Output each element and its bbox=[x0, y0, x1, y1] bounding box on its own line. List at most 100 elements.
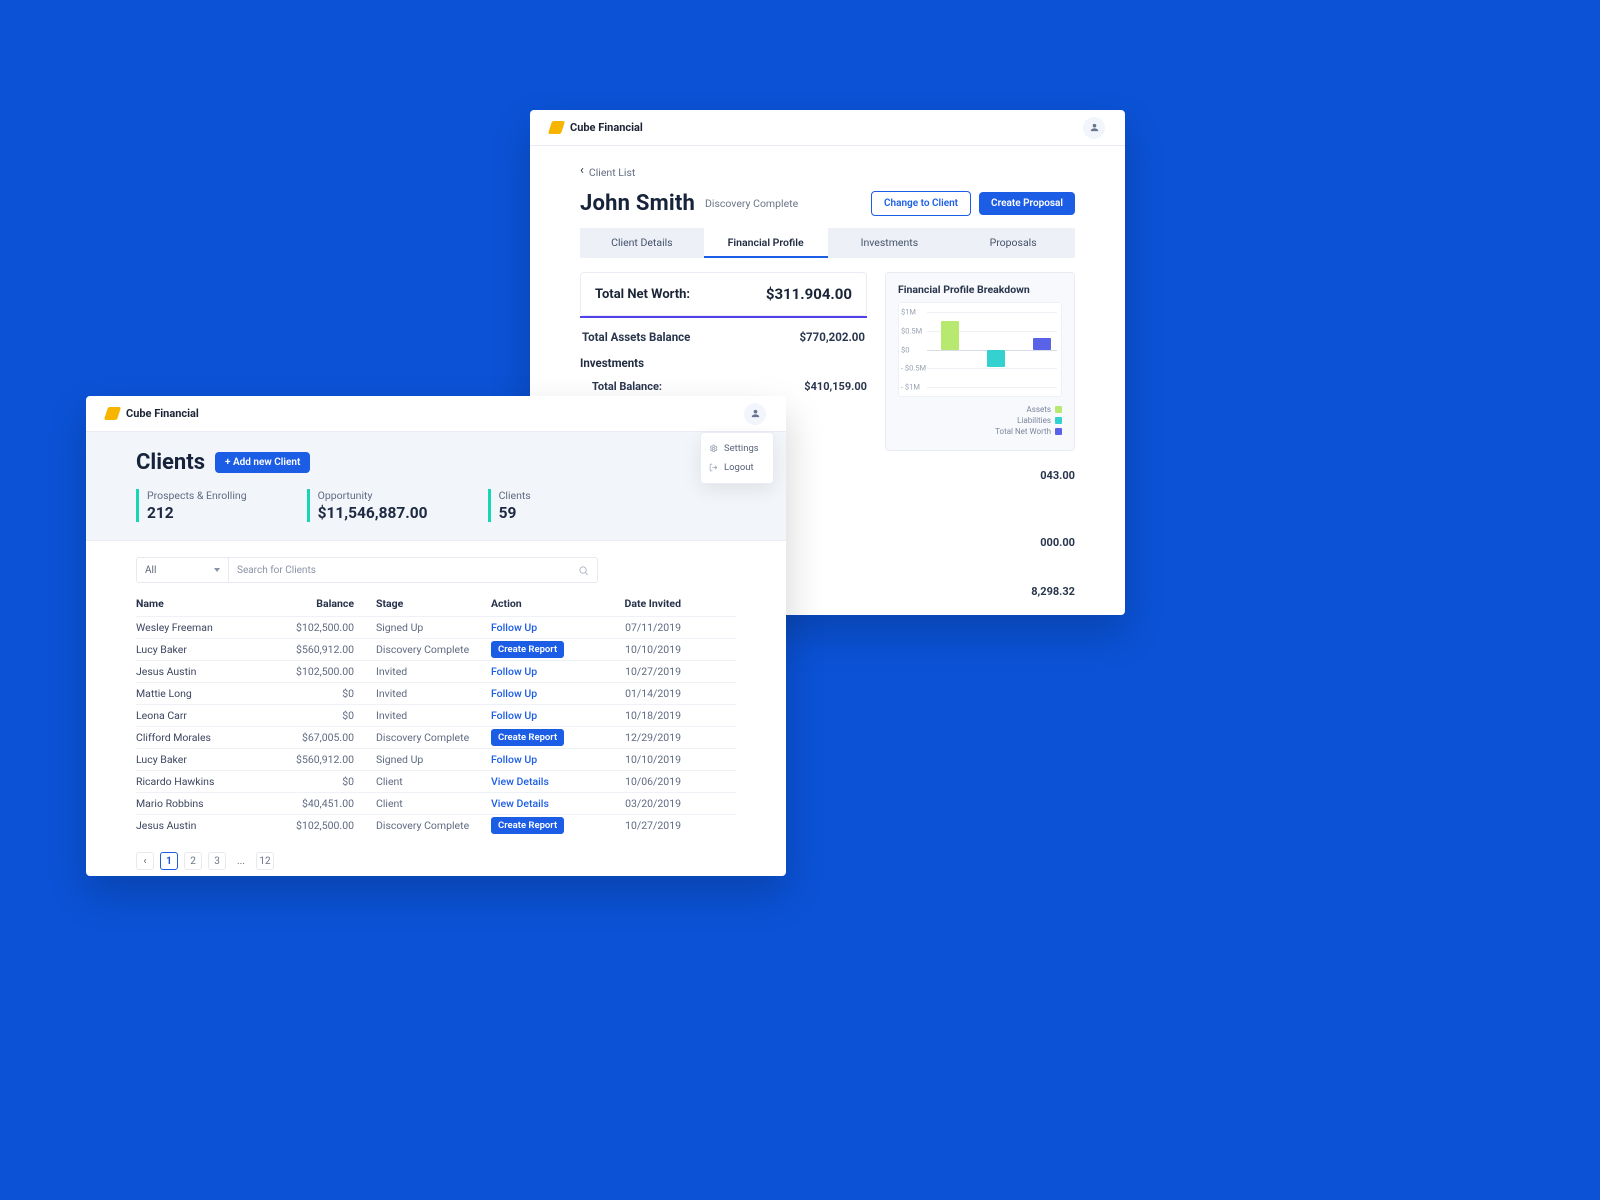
tab-investments[interactable]: Investments bbox=[828, 228, 952, 258]
table-row[interactable]: Clifford Morales$67,005.00Discovery Comp… bbox=[136, 726, 736, 748]
row-action: Follow Up bbox=[491, 621, 591, 634]
networth-value: $311.904.00 bbox=[766, 285, 852, 303]
row-balance: $560,912.00 bbox=[276, 753, 376, 766]
table-row[interactable]: Leona Carr$0InvitedFollow Up10/18/2019 bbox=[136, 704, 736, 726]
table-row[interactable]: Mattie Long$0InvitedFollow Up01/14/2019 bbox=[136, 682, 736, 704]
row-action-link[interactable]: Follow Up bbox=[491, 665, 537, 678]
row-action: Create Report bbox=[491, 729, 591, 746]
legend-assets: Assets bbox=[1027, 405, 1051, 414]
logout-icon bbox=[709, 463, 718, 472]
brand-name: Cube Financial bbox=[570, 121, 643, 134]
row-balance: $67,005.00 bbox=[276, 731, 376, 744]
row-action-link[interactable]: Follow Up bbox=[491, 753, 537, 766]
popover-settings-label: Settings bbox=[724, 443, 759, 454]
inv-total-label: Total Balance: bbox=[592, 380, 662, 393]
gear-icon bbox=[709, 444, 718, 453]
row-date: 10/10/2019 bbox=[591, 753, 681, 766]
stat-clients-label: Clients bbox=[499, 489, 531, 502]
bar-assets bbox=[941, 321, 959, 350]
table-row[interactable]: Mario Robbins$40,451.00ClientView Detail… bbox=[136, 792, 736, 814]
row-name: Mario Robbins bbox=[136, 797, 276, 810]
list-avatar-button[interactable] bbox=[744, 403, 766, 425]
table-row[interactable]: Jesus Austin$102,500.00Discovery Complet… bbox=[136, 814, 736, 836]
row-action-link[interactable]: View Details bbox=[491, 775, 549, 788]
row-date: 07/11/2019 bbox=[591, 621, 681, 634]
row-date: 12/29/2019 bbox=[591, 731, 681, 744]
search-input[interactable]: Search for Clients bbox=[228, 557, 598, 583]
detail-tabs: Client Details Financial Profile Investm… bbox=[580, 228, 1075, 258]
clients-list-card: Cube Financial Settings Logout Clients +… bbox=[86, 396, 786, 876]
row-action: Follow Up bbox=[491, 665, 591, 678]
row-balance: $40,451.00 bbox=[276, 797, 376, 810]
stat-prospects-value: 212 bbox=[147, 504, 247, 522]
create-proposal-button[interactable]: Create Proposal bbox=[979, 192, 1075, 215]
stat-prospects-label: Prospects & Enrolling bbox=[147, 489, 247, 502]
peek-value-1: 043.00 bbox=[1040, 469, 1075, 482]
breakdown-legend: Assets Liabilities Total Net Worth bbox=[898, 405, 1062, 436]
create-report-button[interactable]: Create Report bbox=[491, 817, 564, 834]
tab-proposals[interactable]: Proposals bbox=[951, 228, 1075, 258]
table-row[interactable]: Lucy Baker$560,912.00Discovery CompleteC… bbox=[136, 638, 736, 660]
row-stage: Invited bbox=[376, 709, 491, 722]
create-report-button[interactable]: Create Report bbox=[491, 641, 564, 658]
row-name: Lucy Baker bbox=[136, 643, 276, 656]
col-name: Name bbox=[136, 597, 276, 610]
ytick-1m: $1M bbox=[901, 308, 916, 317]
col-balance: Balance bbox=[276, 597, 376, 610]
filter-select[interactable]: All bbox=[136, 557, 228, 583]
stat-clients-value: 59 bbox=[499, 504, 531, 522]
tab-financial-profile[interactable]: Financial Profile bbox=[704, 228, 828, 258]
row-action-link[interactable]: View Details bbox=[491, 797, 549, 810]
row-stage: Client bbox=[376, 775, 491, 788]
add-client-button[interactable]: + Add new Client bbox=[215, 452, 310, 473]
popover-settings[interactable]: Settings bbox=[701, 439, 773, 458]
tab-client-details[interactable]: Client Details bbox=[580, 228, 704, 258]
stat-opportunity: Opportunity $11,546,887.00 bbox=[307, 489, 428, 522]
row-date: 10/18/2019 bbox=[591, 709, 681, 722]
page-12[interactable]: 12 bbox=[256, 852, 274, 870]
detail-avatar-button[interactable] bbox=[1083, 117, 1105, 139]
brand-name: Cube Financial bbox=[126, 407, 199, 420]
breakdown-title: Financial Profile Breakdown bbox=[898, 283, 1062, 296]
page-1[interactable]: 1 bbox=[160, 852, 178, 870]
row-stage: Invited bbox=[376, 665, 491, 678]
row-stage: Invited bbox=[376, 687, 491, 700]
col-stage: Stage bbox=[376, 597, 491, 610]
list-hero: Settings Logout Clients + Add new Client… bbox=[86, 432, 786, 541]
legend-liabilities: Liabilities bbox=[1017, 416, 1051, 425]
assets-value: $770,202.00 bbox=[799, 330, 865, 344]
popover-logout[interactable]: Logout bbox=[701, 458, 773, 477]
row-action-link[interactable]: Follow Up bbox=[491, 621, 537, 634]
peek-value-3: 8,298.32 bbox=[1031, 585, 1075, 598]
user-icon bbox=[1089, 122, 1100, 133]
ytick-0: $0 bbox=[901, 345, 909, 354]
investments-section-title: Investments bbox=[580, 356, 867, 370]
table-row[interactable]: Ricardo Hawkins$0ClientView Details10/06… bbox=[136, 770, 736, 792]
brand: Cube Financial bbox=[550, 121, 643, 134]
table-row[interactable]: Lucy Baker$560,912.00Signed UpFollow Up1… bbox=[136, 748, 736, 770]
table-row[interactable]: Wesley Freeman$102,500.00Signed UpFollow… bbox=[136, 616, 736, 638]
brand-logo-icon bbox=[548, 121, 565, 134]
row-name: Jesus Austin bbox=[136, 819, 276, 832]
breadcrumb-client-list[interactable]: ‹ Client List bbox=[580, 166, 635, 179]
row-date: 10/27/2019 bbox=[591, 665, 681, 678]
stat-opportunity-value: $11,546,887.00 bbox=[318, 504, 428, 522]
table-row[interactable]: Jesus Austin$102,500.00InvitedFollow Up1… bbox=[136, 660, 736, 682]
row-action: Follow Up bbox=[491, 687, 591, 700]
stat-clients: Clients 59 bbox=[488, 489, 531, 522]
create-report-button[interactable]: Create Report bbox=[491, 729, 564, 746]
peek-value-2: 000.00 bbox=[1040, 536, 1075, 549]
page-2[interactable]: 2 bbox=[184, 852, 202, 870]
change-to-client-button[interactable]: Change to Client bbox=[871, 191, 971, 216]
row-name: Mattie Long bbox=[136, 687, 276, 700]
row-date: 10/27/2019 bbox=[591, 819, 681, 832]
row-action-link[interactable]: Follow Up bbox=[491, 709, 537, 722]
page-prво[interactable]: ‹ bbox=[136, 852, 154, 870]
page-3[interactable]: 3 bbox=[208, 852, 226, 870]
popover-logout-label: Logout bbox=[724, 462, 754, 473]
page-ellipsis: ... bbox=[232, 852, 250, 870]
row-action-link[interactable]: Follow Up bbox=[491, 687, 537, 700]
search-row: All Search for Clients bbox=[86, 541, 786, 583]
col-date: Date Invited bbox=[591, 597, 681, 610]
row-date: 10/06/2019 bbox=[591, 775, 681, 788]
